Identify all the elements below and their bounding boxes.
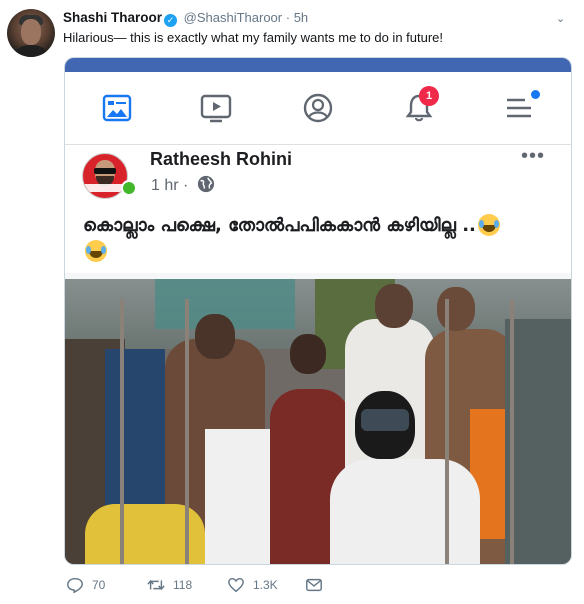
fb-nav-bar: 1 bbox=[65, 72, 571, 145]
tweet-text: Hilarious— this is exactly what my famil… bbox=[63, 30, 444, 45]
online-status-dot bbox=[121, 180, 137, 196]
separator: · bbox=[285, 10, 291, 25]
fb-post: Ratheesh Rohini ••• 1 hr · കൊല്ലാം പക്ഷെ… bbox=[65, 145, 571, 273]
reply-button[interactable]: 70 bbox=[66, 576, 105, 594]
retweet-icon bbox=[147, 579, 165, 591]
envelope-icon bbox=[306, 578, 322, 592]
profile-icon[interactable] bbox=[300, 90, 336, 126]
notification-badge: 1 bbox=[419, 86, 439, 106]
like-button[interactable]: 1.3K bbox=[227, 576, 278, 594]
more-options-icon[interactable]: ••• bbox=[521, 145, 545, 168]
like-count: 1.3K bbox=[253, 578, 278, 592]
post-text: കൊല്ലാം പക്ഷെ, തോൽപപികകാൻ കഴിയില്ല .. bbox=[83, 213, 553, 265]
news-feed-icon[interactable] bbox=[99, 90, 135, 126]
post-time: 1 hr · bbox=[151, 177, 189, 194]
laughing-emoji-icon bbox=[85, 240, 107, 262]
author-handle[interactable]: @ShashiTharoor bbox=[184, 10, 282, 25]
retweet-count: 118 bbox=[173, 578, 193, 592]
reply-count: 70 bbox=[92, 578, 106, 592]
tweet-media-image[interactable]: 1 Ratheesh Rohini ••• 1 hr · കൊല്ലാം പക്… bbox=[64, 57, 572, 565]
chevron-down-icon[interactable]: ⌄ bbox=[556, 12, 565, 25]
verified-icon: ✓ bbox=[164, 14, 178, 27]
retweet-button[interactable]: 118 bbox=[147, 576, 192, 594]
tweet-header: Shashi Tharoor ✓ @ShashiTharoor · 5h bbox=[63, 10, 308, 27]
laughing-emoji-icon bbox=[477, 214, 500, 236]
tweet: Shashi Tharoor ✓ @ShashiTharoor · 5h ⌄ Hi… bbox=[0, 0, 584, 604]
heart-icon bbox=[228, 577, 244, 593]
tweet-actions: 70 118 1.3K bbox=[0, 574, 584, 598]
fb-top-bar bbox=[65, 58, 571, 72]
poster-avatar[interactable] bbox=[82, 153, 128, 199]
author-name[interactable]: Shashi Tharoor bbox=[63, 10, 162, 25]
author-avatar[interactable] bbox=[7, 9, 55, 57]
globe-icon bbox=[197, 175, 215, 193]
menu-new-dot bbox=[531, 90, 540, 99]
reply-icon bbox=[67, 577, 83, 594]
poster-name[interactable]: Ratheesh Rohini bbox=[150, 149, 292, 170]
direct-message-button[interactable] bbox=[305, 576, 323, 594]
post-text-content: കൊല്ലാം പക്ഷെ, തോൽപപികകാൻ കഴിയില്ല .. bbox=[83, 215, 476, 236]
post-photo bbox=[65, 279, 571, 564]
tweet-time[interactable]: 5h bbox=[294, 10, 308, 25]
watch-icon[interactable] bbox=[198, 90, 234, 126]
